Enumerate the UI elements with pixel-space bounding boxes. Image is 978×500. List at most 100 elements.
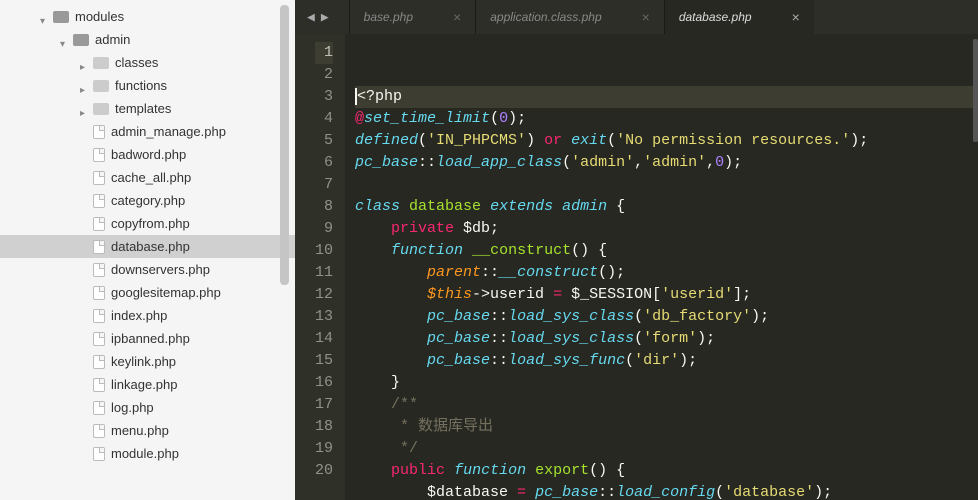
tab-application-class-php[interactable]: application.class.php ×: [475, 0, 664, 34]
code-line[interactable]: parent::__construct();: [355, 262, 978, 284]
tree-item-label: functions: [115, 78, 167, 93]
tree-item-keylink-php[interactable]: keylink.php: [0, 350, 295, 373]
line-number[interactable]: 13: [315, 306, 333, 328]
line-number[interactable]: 18: [315, 416, 333, 438]
tree-item-admin[interactable]: admin: [0, 28, 295, 51]
line-number[interactable]: 2: [315, 64, 333, 86]
line-number[interactable]: 6: [315, 152, 333, 174]
expand-arrow-icon[interactable]: [40, 12, 50, 22]
expand-arrow-icon[interactable]: [60, 35, 70, 45]
line-number-gutter[interactable]: 1234567891011121314151617181920: [295, 34, 345, 500]
close-icon[interactable]: ×: [792, 9, 800, 25]
code-line[interactable]: }: [355, 372, 978, 394]
tree-item-classes[interactable]: classes: [0, 51, 295, 74]
code-line[interactable]: */: [355, 438, 978, 460]
editor-pane: ◀ ▶ base.php×application.class.php×datab…: [295, 0, 978, 500]
code-line[interactable]: @set_time_limit(0);: [355, 108, 978, 130]
line-number[interactable]: 5: [315, 130, 333, 152]
code-line[interactable]: pc_base::load_app_class('admin','admin',…: [355, 152, 978, 174]
code-line[interactable]: public function export() {: [355, 460, 978, 482]
tree-item-functions[interactable]: functions: [0, 74, 295, 97]
line-number[interactable]: 19: [315, 438, 333, 460]
file-icon: [93, 447, 105, 461]
tree-item-googlesitemap-php[interactable]: googlesitemap.php: [0, 281, 295, 304]
code-line[interactable]: [355, 174, 978, 196]
code-line[interactable]: function __construct() {: [355, 240, 978, 262]
file-icon: [93, 286, 105, 300]
tab-base-php[interactable]: base.php ×: [349, 0, 476, 34]
tree-item-cache_all-php[interactable]: cache_all.php: [0, 166, 295, 189]
tab-database-php[interactable]: database.php×: [664, 0, 814, 34]
tree-item-label: index.php: [111, 308, 167, 323]
sidebar-scrollbar[interactable]: [280, 5, 289, 285]
line-number[interactable]: 15: [315, 350, 333, 372]
tree-item-label: module.php: [111, 446, 179, 461]
expand-arrow-icon[interactable]: [80, 58, 90, 68]
code-line[interactable]: pc_base::load_sys_class('db_factory');: [355, 306, 978, 328]
line-number[interactable]: 16: [315, 372, 333, 394]
code-line[interactable]: /**: [355, 394, 978, 416]
line-number[interactable]: 1: [315, 42, 333, 64]
tree-item-copyfrom-php[interactable]: copyfrom.php: [0, 212, 295, 235]
tree-item-label: copyfrom.php: [111, 216, 190, 231]
line-number[interactable]: 7: [315, 174, 333, 196]
line-number[interactable]: 14: [315, 328, 333, 350]
code-line[interactable]: defined('IN_PHPCMS') or exit('No permiss…: [355, 130, 978, 152]
nav-back-icon[interactable]: ◀: [307, 10, 315, 25]
folder-icon: [93, 57, 109, 69]
line-number[interactable]: 17: [315, 394, 333, 416]
tab-label: base.php: [364, 10, 413, 24]
tree-item-label: log.php: [111, 400, 154, 415]
folder-icon: [93, 80, 109, 92]
tree-item-linkage-php[interactable]: linkage.php: [0, 373, 295, 396]
editor-scrollbar[interactable]: [973, 39, 978, 142]
line-number[interactable]: 4: [315, 108, 333, 130]
close-icon[interactable]: ×: [453, 9, 461, 25]
file-tree-sidebar[interactable]: modules admin classes functions templates adm…: [0, 0, 295, 500]
tree-item-menu-php[interactable]: menu.php: [0, 419, 295, 442]
line-number[interactable]: 12: [315, 284, 333, 306]
line-number[interactable]: 8: [315, 196, 333, 218]
code-area[interactable]: 1234567891011121314151617181920 <?php@se…: [295, 34, 978, 500]
code-line[interactable]: $this->userid = $_SESSION['userid'];: [355, 284, 978, 306]
tree-item-ipbanned-php[interactable]: ipbanned.php: [0, 327, 295, 350]
tree-item-label: category.php: [111, 193, 185, 208]
tree-item-label: database.php: [111, 239, 190, 254]
line-number[interactable]: 20: [315, 460, 333, 482]
line-number[interactable]: 10: [315, 240, 333, 262]
file-icon: [93, 378, 105, 392]
code-line[interactable]: class database extends admin {: [355, 196, 978, 218]
tree-item-index-php[interactable]: index.php: [0, 304, 295, 327]
line-number[interactable]: 11: [315, 262, 333, 284]
tree-item-downservers-php[interactable]: downservers.php: [0, 258, 295, 281]
code-line[interactable]: $database = pc_base::load_config('databa…: [355, 482, 978, 500]
code-line[interactable]: <?php: [355, 86, 978, 108]
tree-item-admin_manage-php[interactable]: admin_manage.php: [0, 120, 295, 143]
code-line[interactable]: pc_base::load_sys_class('form');: [355, 328, 978, 350]
tree-item-label: templates: [115, 101, 171, 116]
code-line[interactable]: pc_base::load_sys_func('dir');: [355, 350, 978, 372]
tree-item-module-php[interactable]: module.php: [0, 442, 295, 465]
line-number[interactable]: 3: [315, 86, 333, 108]
code-line[interactable]: * 数据库导出: [355, 416, 978, 438]
tree-item-log-php[interactable]: log.php: [0, 396, 295, 419]
code-content[interactable]: <?php@set_time_limit(0);defined('IN_PHPC…: [345, 34, 978, 500]
tree-item-modules[interactable]: modules: [0, 5, 295, 28]
file-icon: [93, 240, 105, 254]
file-icon: [93, 332, 105, 346]
expand-arrow-icon[interactable]: [80, 81, 90, 91]
file-icon: [93, 171, 105, 185]
nav-forward-icon[interactable]: ▶: [321, 10, 329, 25]
code-line[interactable]: private $db;: [355, 218, 978, 240]
file-icon: [93, 148, 105, 162]
tree-item-category-php[interactable]: category.php: [0, 189, 295, 212]
line-number[interactable]: 9: [315, 218, 333, 240]
close-icon[interactable]: ×: [642, 9, 650, 25]
tree-item-database-php[interactable]: database.php: [0, 235, 295, 258]
tab-label: application.class.php: [490, 10, 601, 24]
tree-item-label: admin: [95, 32, 130, 47]
file-icon: [93, 194, 105, 208]
expand-arrow-icon[interactable]: [80, 104, 90, 114]
tree-item-templates[interactable]: templates: [0, 97, 295, 120]
tree-item-badword-php[interactable]: badword.php: [0, 143, 295, 166]
